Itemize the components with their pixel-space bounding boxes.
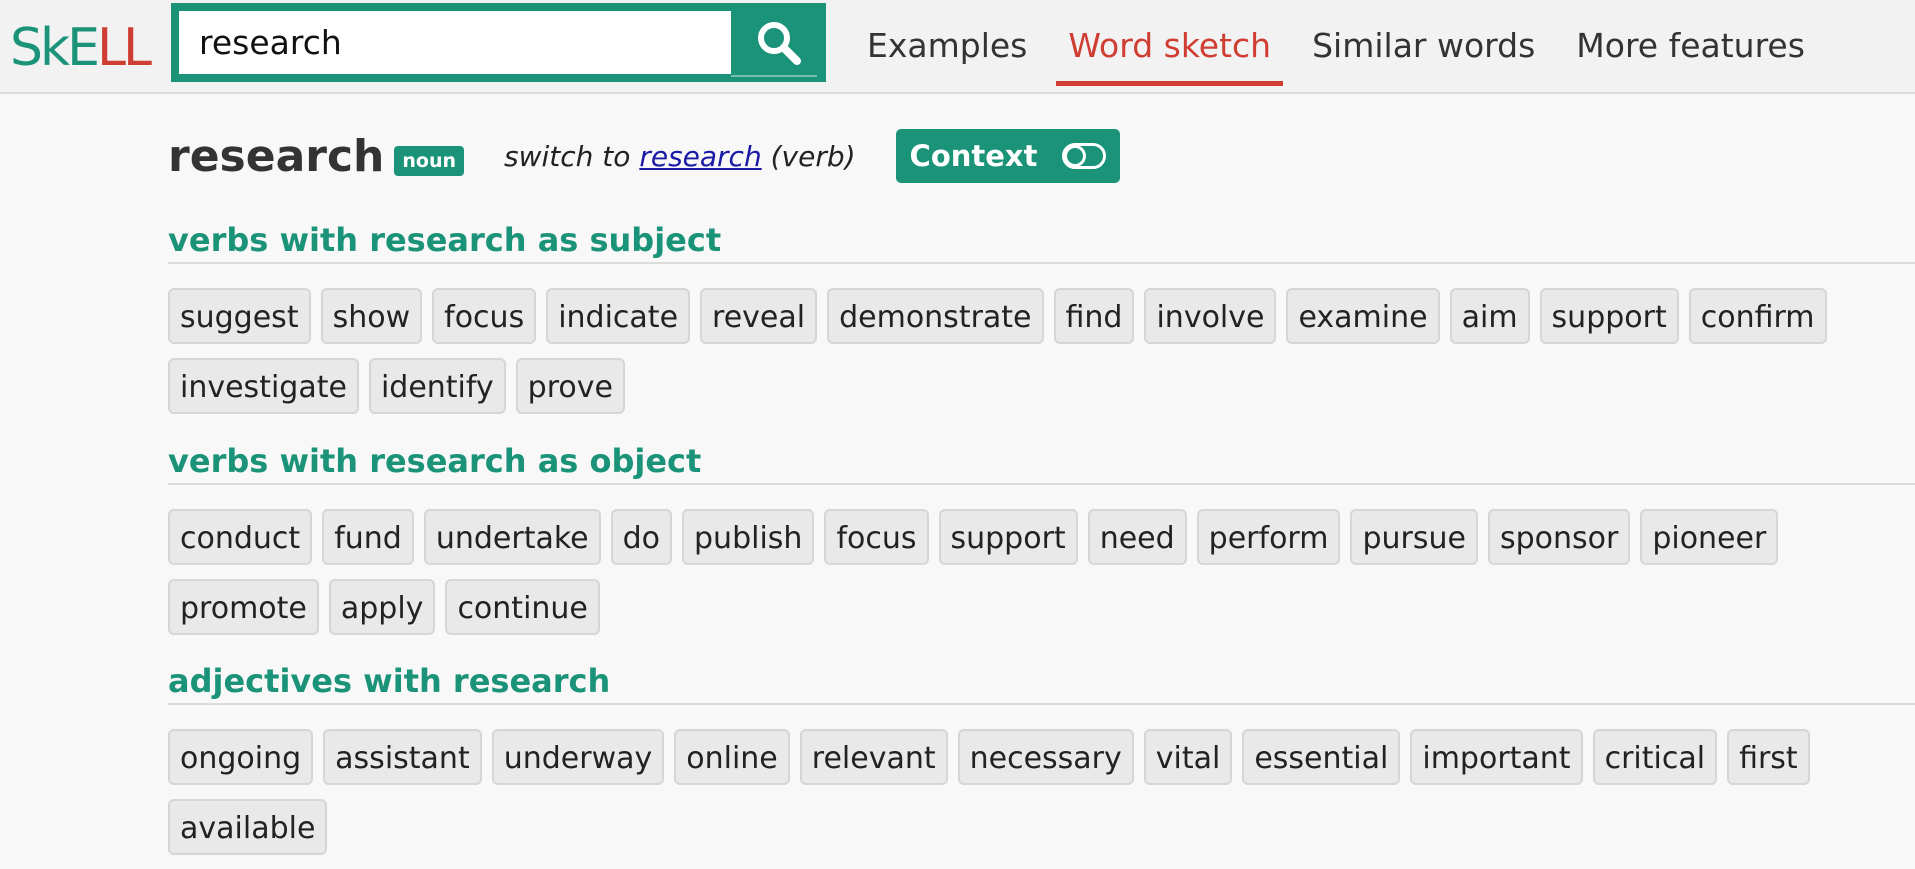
section-adjectives: adjectives with research ongoing assista… [168, 659, 1915, 869]
collocation-chip[interactable]: investigate [168, 358, 359, 414]
collocation-chip[interactable]: pioneer [1640, 509, 1779, 565]
switch-pos: switch to research (verb) [504, 140, 856, 173]
collocation-chip[interactable]: critical [1592, 729, 1718, 785]
context-label: Context [909, 139, 1038, 173]
chip-list: ongoing assistant underway online releva… [168, 729, 1915, 869]
collocation-chip[interactable]: confirm [1688, 288, 1827, 344]
collocation-chip[interactable]: underway [491, 729, 665, 785]
collocation-chip[interactable]: focus [432, 288, 537, 344]
collocation-chip[interactable]: demonstrate [827, 288, 1044, 344]
chip-list: suggest show focus indicate reveal demon… [168, 288, 1915, 428]
search-icon [757, 21, 801, 65]
collocation-chip[interactable]: indicate [546, 288, 691, 344]
section-subject-verbs: verbs with research as subject suggest s… [168, 218, 1915, 428]
skell-logo[interactable]: SkELL [10, 18, 152, 78]
collocation-chip[interactable]: perform [1196, 509, 1341, 565]
section-object-verbs: verbs with research as object conduct fu… [168, 439, 1915, 649]
collocation-chip[interactable]: reveal [700, 288, 818, 344]
search-input[interactable] [199, 21, 719, 63]
collocation-chip[interactable]: ongoing [168, 729, 314, 785]
nav-similar-words[interactable]: Similar words [1300, 0, 1547, 92]
collocation-chip[interactable]: promote [168, 579, 319, 635]
entry-header: research noun switch to research (verb) … [168, 126, 1120, 186]
section-title: adjectives with research [168, 659, 1915, 705]
main-nav: Examples Word sketch Similar words More … [855, 0, 1834, 92]
collocation-chip[interactable]: aim [1449, 288, 1530, 344]
collocation-chip[interactable]: necessary [957, 729, 1134, 785]
collocation-chip[interactable]: fund [322, 509, 414, 565]
collocation-chip[interactable]: pursue [1350, 509, 1478, 565]
collocation-chip[interactable]: continue [445, 579, 600, 635]
collocation-chip[interactable]: undertake [423, 509, 601, 565]
search-underline [731, 75, 817, 77]
collocation-chip[interactable]: available [168, 799, 328, 855]
toggle-icon [1061, 143, 1106, 169]
nav-more-features[interactable]: More features [1564, 0, 1817, 92]
switch-prefix: switch to [504, 139, 631, 173]
collocation-chip[interactable]: important [1410, 729, 1583, 785]
collocation-chip[interactable]: identify [368, 358, 506, 414]
collocation-chip[interactable]: conduct [168, 509, 313, 565]
collocation-chip[interactable]: first [1727, 729, 1810, 785]
collocation-chip[interactable]: find [1053, 288, 1135, 344]
pos-badge: noun [394, 146, 465, 176]
collocation-chip[interactable]: online [674, 729, 790, 785]
collocation-chip[interactable]: assistant [323, 729, 482, 785]
collocation-chip[interactable]: publish [682, 509, 815, 565]
collocation-chip[interactable]: do [610, 509, 673, 565]
collocation-chip[interactable]: support [938, 509, 1078, 565]
collocation-chip[interactable]: prove [515, 358, 625, 414]
switch-suffix: (verb) [770, 139, 856, 173]
search-box [179, 11, 731, 74]
section-title: verbs with research as object [168, 439, 1915, 485]
search-bar [171, 3, 826, 82]
logo-text-ske: SkE [10, 18, 100, 78]
headword: research [168, 130, 385, 182]
collocation-chip[interactable]: essential [1242, 729, 1401, 785]
collocation-chip[interactable]: relevant [799, 729, 948, 785]
collocation-chip[interactable]: sponsor [1487, 509, 1631, 565]
collocation-chip[interactable]: support [1539, 288, 1679, 344]
collocation-chip[interactable]: involve [1144, 288, 1277, 344]
collocation-chip[interactable]: need [1087, 509, 1187, 565]
section-title: verbs with research as subject [168, 218, 1915, 264]
nav-word-sketch[interactable]: Word sketch [1056, 0, 1283, 92]
logo-text-ll: LL [96, 18, 152, 78]
collocation-chip[interactable]: show [320, 288, 423, 344]
collocation-chip[interactable]: suggest [168, 288, 311, 344]
search-button[interactable] [731, 3, 826, 82]
nav-examples[interactable]: Examples [855, 0, 1039, 92]
collocation-chip[interactable]: vital [1143, 729, 1233, 785]
top-bar: SkELL Examples Word sketch Similar words… [0, 0, 1915, 94]
collocation-chip[interactable]: examine [1286, 288, 1440, 344]
chip-list: conduct fund undertake do publish focus … [168, 509, 1915, 649]
context-toggle-button[interactable]: Context [895, 129, 1120, 183]
switch-pos-link[interactable]: research [639, 140, 761, 173]
collocation-chip[interactable]: apply [328, 579, 436, 635]
collocation-chip[interactable]: focus [824, 509, 929, 565]
